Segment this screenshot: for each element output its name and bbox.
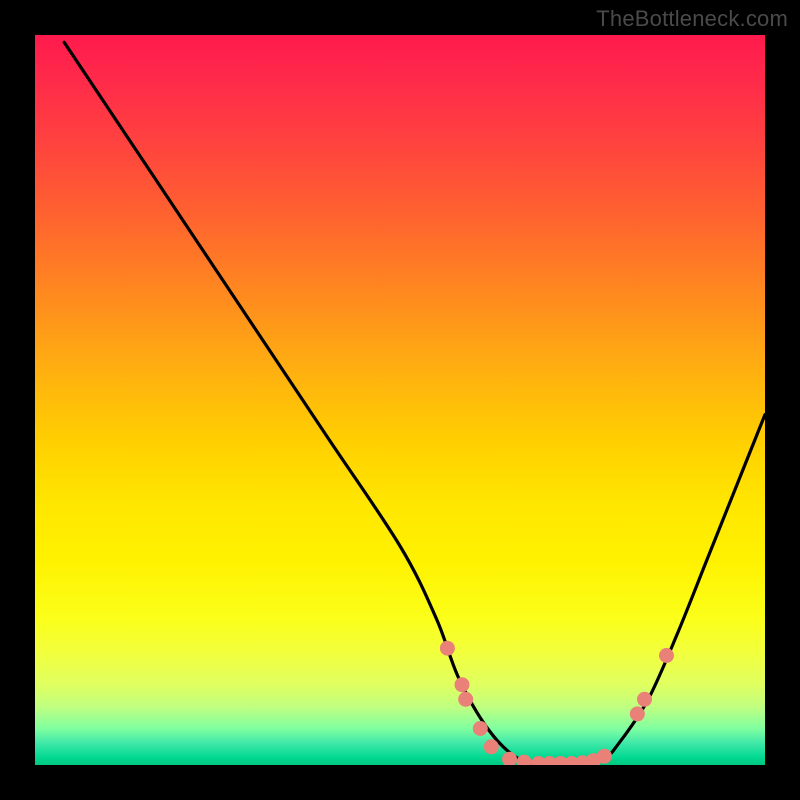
watermark-text: TheBottleneck.com (596, 6, 788, 32)
plot-area (35, 35, 765, 765)
curve-svg (35, 35, 765, 765)
data-dot (473, 721, 488, 736)
data-dot (659, 648, 674, 663)
data-dot (484, 739, 499, 754)
data-dot (458, 692, 473, 707)
dots-group (440, 641, 674, 765)
chart-frame: TheBottleneck.com (0, 0, 800, 800)
data-dot (637, 692, 652, 707)
data-dot (440, 641, 455, 656)
data-dot (455, 677, 470, 692)
data-dot (630, 706, 645, 721)
data-dot (597, 749, 612, 764)
data-dot (517, 755, 532, 765)
data-dot (502, 752, 517, 765)
